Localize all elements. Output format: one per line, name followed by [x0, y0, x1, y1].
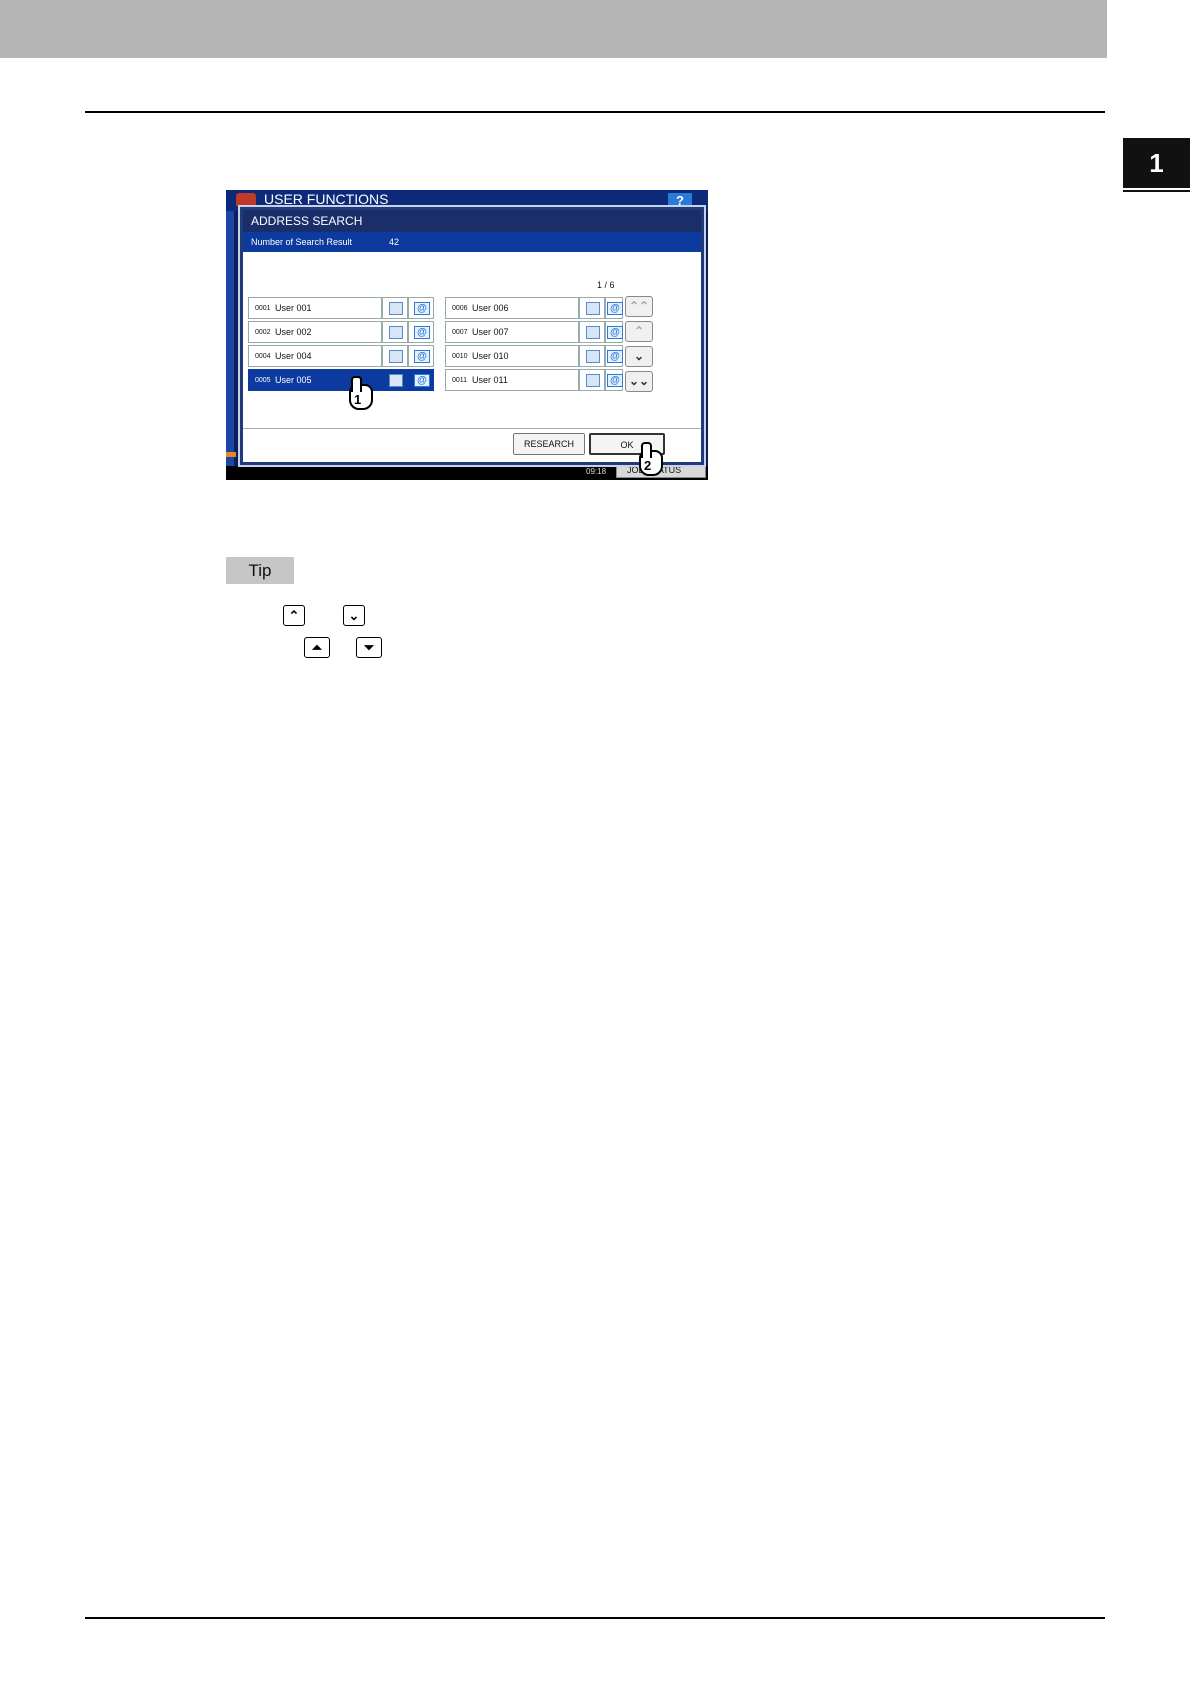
list-item[interactable]: 0010 User 010 — [445, 345, 579, 367]
entry-number: 0011 — [452, 377, 468, 384]
fax-icon — [586, 374, 600, 387]
email-icon: @ — [607, 326, 623, 339]
fax-icon — [586, 350, 600, 363]
dialog-divider — [243, 428, 701, 429]
fax-icon — [389, 350, 403, 363]
fax-button[interactable] — [579, 321, 605, 343]
entry-number: 0007 — [452, 329, 468, 336]
chapter-tab-underline — [1123, 190, 1190, 192]
entry-number: 0002 — [255, 329, 271, 336]
entry-name: User 006 — [472, 303, 509, 313]
screen-screenshot: USER FUNCTIONS ? 09:18 JOB STATUS ADDRES… — [226, 190, 708, 480]
dialog-title: ADDRESS SEARCH — [243, 210, 701, 232]
tip-label: Tip — [226, 557, 294, 584]
email-button[interactable]: @ — [605, 369, 623, 391]
email-button[interactable]: @ — [605, 321, 623, 343]
list-item[interactable]: 0004 User 004 — [248, 345, 382, 367]
chevron-up-icon: ⌃ — [283, 605, 305, 626]
fax-icon — [389, 302, 403, 315]
email-button[interactable]: @ — [408, 345, 434, 367]
fax-button[interactable] — [382, 345, 408, 367]
callout-number: 2 — [644, 458, 652, 473]
next-page-button[interactable]: ⌄ — [625, 346, 653, 367]
entry-name: User 001 — [275, 303, 312, 313]
entry-number: 0001 — [255, 305, 271, 312]
entry-name: User 002 — [275, 327, 312, 337]
side-accent — [226, 452, 236, 457]
hand-pointer-icon: 1 — [345, 376, 373, 410]
hand-finger — [351, 376, 362, 392]
fax-icon — [586, 326, 600, 339]
chevron-up-icon: ⌃ — [633, 324, 645, 338]
clock: 09:18 — [586, 467, 607, 476]
email-button[interactable]: @ — [605, 345, 623, 367]
email-button[interactable]: @ — [408, 297, 434, 319]
previous-page-button[interactable]: ⌃ — [625, 321, 653, 342]
list-item[interactable]: 0007 User 007 — [445, 321, 579, 343]
email-button[interactable]: @ — [408, 369, 434, 391]
search-result-count: 42 — [389, 237, 400, 247]
email-icon: @ — [414, 302, 430, 315]
email-icon: @ — [414, 350, 430, 363]
list-item[interactable]: 0006 User 006 — [445, 297, 579, 319]
fax-button[interactable] — [382, 369, 408, 391]
entry-number: 0006 — [452, 305, 468, 312]
fax-button[interactable] — [579, 297, 605, 319]
fax-icon — [586, 302, 600, 315]
page-indicator: 1 / 6 — [597, 280, 615, 290]
search-result-label: Number of Search Result — [251, 237, 353, 247]
app-title: USER FUNCTIONS — [264, 191, 389, 207]
email-icon: @ — [607, 374, 623, 387]
fax-button[interactable] — [579, 345, 605, 367]
bottom-rule — [85, 1617, 1105, 1619]
chevron-down-icon: ⌄ — [633, 349, 645, 363]
double-chevron-down-icon: ⌄⌄ — [628, 374, 650, 388]
side-bar — [226, 211, 234, 466]
address-search-dialog: ADDRESS SEARCH Number of Search Result 4… — [240, 207, 704, 476]
email-icon: @ — [607, 350, 623, 363]
entry-number: 0005 — [255, 377, 271, 384]
list-item[interactable]: 0001 User 001 — [248, 297, 382, 319]
entry-name: User 011 — [472, 375, 508, 385]
last-page-button[interactable]: ⌄⌄ — [625, 371, 653, 392]
email-button[interactable]: @ — [408, 321, 434, 343]
research-button[interactable]: RESEARCH — [513, 433, 585, 455]
fax-button[interactable] — [579, 369, 605, 391]
entry-name: User 007 — [472, 327, 509, 337]
double-chevron-up-icon: ⏶ — [304, 637, 330, 658]
list-item[interactable]: 0011 User 011 — [445, 369, 579, 391]
entry-name: User 010 — [472, 351, 509, 361]
top-rule — [85, 111, 1105, 113]
search-result-bar: Number of Search Result 42 — [243, 232, 701, 252]
double-chevron-up-icon: ⌃⌃ — [628, 299, 650, 313]
email-icon: @ — [414, 326, 430, 339]
email-icon: @ — [414, 374, 430, 387]
email-button[interactable]: @ — [605, 297, 623, 319]
chevron-down-icon: ⌄ — [343, 605, 365, 626]
chapter-tab: 1 — [1123, 138, 1190, 188]
fax-icon — [389, 374, 403, 387]
fax-icon — [389, 326, 403, 339]
chapter-number: 1 — [1149, 147, 1164, 178]
list-item[interactable]: 0002 User 002 — [248, 321, 382, 343]
email-icon: @ — [607, 302, 623, 315]
header-band — [0, 0, 1107, 58]
double-chevron-down-icon: ⏷ — [356, 637, 382, 658]
hand-finger — [641, 442, 652, 458]
entry-name: User 005 — [275, 375, 312, 385]
app-logo-icon — [236, 193, 256, 207]
fax-button[interactable] — [382, 321, 408, 343]
first-page-button[interactable]: ⌃⌃ — [625, 296, 653, 317]
fax-button[interactable] — [382, 297, 408, 319]
callout-number: 1 — [354, 392, 362, 407]
entry-number: 0010 — [452, 353, 468, 360]
entry-number: 0004 — [255, 353, 271, 360]
hand-pointer-icon: 2 — [635, 442, 663, 476]
entry-name: User 004 — [275, 351, 312, 361]
